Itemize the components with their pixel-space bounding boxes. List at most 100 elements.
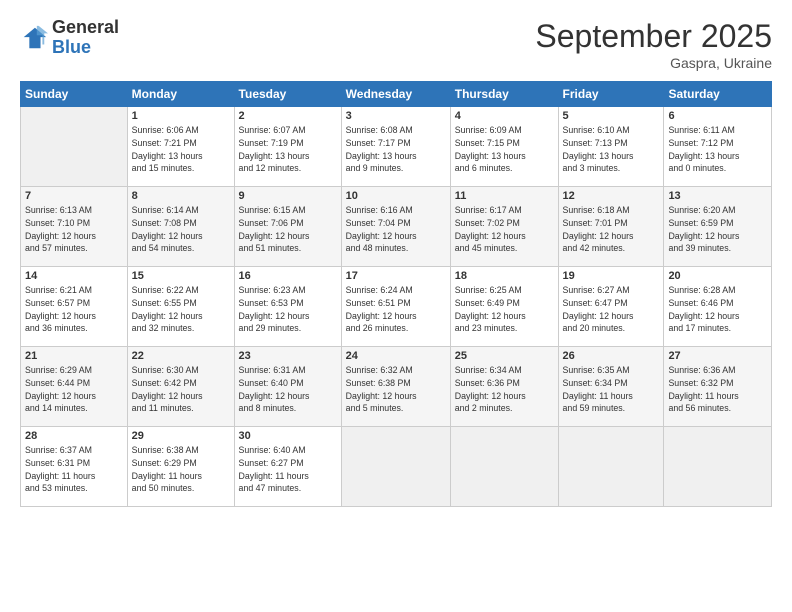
day-info: Sunrise: 6:11 AMSunset: 7:12 PMDaylight:… <box>668 124 767 175</box>
day-info: Sunrise: 6:37 AMSunset: 6:31 PMDaylight:… <box>25 444 123 495</box>
table-row: 23Sunrise: 6:31 AMSunset: 6:40 PMDayligh… <box>234 347 341 427</box>
table-row: 25 Sunrise: 6:34 AMSunset: 6:36 PMDayligh… <box>450 347 558 427</box>
day-number: 9 <box>239 190 337 202</box>
day-info: Sunrise: 6:13 AMSunset: 7:10 PMDaylight:… <box>25 204 123 255</box>
day-number: 20 <box>668 270 767 282</box>
table-row: 29Sunrise: 6:38 AMSunset: 6:29 PMDayligh… <box>127 427 234 507</box>
day-info: Sunrise: 6:32 AMSunset: 6:38 PMDaylight:… <box>346 364 446 415</box>
calendar-week-row: 21 Sunrise: 6:29 AMSunset: 6:44 PMDayligh… <box>21 347 772 427</box>
logo: General Blue <box>20 18 119 58</box>
month-title: September 2025 <box>535 18 772 55</box>
day-info: Sunrise: 6:28 AMSunset: 6:46 PMDaylight:… <box>668 284 767 335</box>
table-row: 27 Sunrise: 6:36 AMSunset: 6:32 PMDayligh… <box>664 347 772 427</box>
day-info: Sunrise: 6:09 AMSunset: 7:15 PMDaylight:… <box>455 124 554 175</box>
table-row <box>558 427 664 507</box>
day-info: Sunrise: 6:16 AMSunset: 7:04 PMDaylight:… <box>346 204 446 255</box>
table-row: 16 Sunrise: 6:23 AMSunset: 6:53 PMDayligh… <box>234 267 341 347</box>
day-info: Sunrise: 6:30 AMSunset: 6:42 PMDaylight:… <box>132 364 230 415</box>
col-monday: Monday <box>127 82 234 107</box>
calendar-header-row: Sunday Monday Tuesday Wednesday Thursday… <box>21 82 772 107</box>
day-info: Sunrise: 6:24 AMSunset: 6:51 PMDaylight:… <box>346 284 446 335</box>
day-number: 3 <box>346 110 446 122</box>
day-number: 18 <box>455 270 554 282</box>
col-friday: Friday <box>558 82 664 107</box>
day-number: 29 <box>132 430 230 442</box>
day-number: 24 <box>346 350 446 362</box>
location: Gaspra, Ukraine <box>535 55 772 71</box>
table-row: 24 Sunrise: 6:32 AMSunset: 6:38 PMDayligh… <box>341 347 450 427</box>
table-row: 20 Sunrise: 6:28 AMSunset: 6:46 PMDayligh… <box>664 267 772 347</box>
day-info: Sunrise: 6:15 AMSunset: 7:06 PMDaylight:… <box>239 204 337 255</box>
day-number: 14 <box>25 270 123 282</box>
page: General Blue September 2025 Gaspra, Ukra… <box>0 0 792 612</box>
table-row <box>341 427 450 507</box>
header: General Blue September 2025 Gaspra, Ukra… <box>20 18 772 71</box>
day-number: 12 <box>563 190 660 202</box>
day-number: 17 <box>346 270 446 282</box>
day-info: Sunrise: 6:06 AMSunset: 7:21 PMDaylight:… <box>132 124 230 175</box>
table-row: 26Sunrise: 6:35 AMSunset: 6:34 PMDayligh… <box>558 347 664 427</box>
table-row <box>450 427 558 507</box>
day-info: Sunrise: 6:35 AMSunset: 6:34 PMDaylight:… <box>563 364 660 415</box>
table-row: 10 Sunrise: 6:16 AMSunset: 7:04 PMDayligh… <box>341 187 450 267</box>
day-number: 4 <box>455 110 554 122</box>
day-number: 30 <box>239 430 337 442</box>
table-row: 30 Sunrise: 6:40 AMSunset: 6:27 PMDayligh… <box>234 427 341 507</box>
table-row: 1 Sunrise: 6:06 AMSunset: 7:21 PMDaylight… <box>127 107 234 187</box>
table-row: 22 Sunrise: 6:30 AMSunset: 6:42 PMDayligh… <box>127 347 234 427</box>
day-info: Sunrise: 6:25 AMSunset: 6:49 PMDaylight:… <box>455 284 554 335</box>
table-row: 12 Sunrise: 6:18 AMSunset: 7:01 PMDayligh… <box>558 187 664 267</box>
day-info: Sunrise: 6:31 AMSunset: 6:40 PMDaylight:… <box>239 364 337 415</box>
day-number: 8 <box>132 190 230 202</box>
day-number: 16 <box>239 270 337 282</box>
day-number: 28 <box>25 430 123 442</box>
table-row: 9 Sunrise: 6:15 AMSunset: 7:06 PMDaylight… <box>234 187 341 267</box>
table-row <box>21 107 128 187</box>
day-info: Sunrise: 6:14 AMSunset: 7:08 PMDaylight:… <box>132 204 230 255</box>
day-number: 19 <box>563 270 660 282</box>
table-row: 5Sunrise: 6:10 AMSunset: 7:13 PMDaylight… <box>558 107 664 187</box>
day-info: Sunrise: 6:08 AMSunset: 7:17 PMDaylight:… <box>346 124 446 175</box>
calendar: Sunday Monday Tuesday Wednesday Thursday… <box>20 81 772 507</box>
day-info: Sunrise: 6:40 AMSunset: 6:27 PMDaylight:… <box>239 444 337 495</box>
day-number: 10 <box>346 190 446 202</box>
col-thursday: Thursday <box>450 82 558 107</box>
day-number: 6 <box>668 110 767 122</box>
day-info: Sunrise: 6:22 AMSunset: 6:55 PMDaylight:… <box>132 284 230 335</box>
col-wednesday: Wednesday <box>341 82 450 107</box>
day-number: 22 <box>132 350 230 362</box>
day-info: Sunrise: 6:36 AMSunset: 6:32 PMDaylight:… <box>668 364 767 415</box>
table-row: 11Sunrise: 6:17 AMSunset: 7:02 PMDayligh… <box>450 187 558 267</box>
day-info: Sunrise: 6:20 AMSunset: 6:59 PMDaylight:… <box>668 204 767 255</box>
table-row: 8 Sunrise: 6:14 AMSunset: 7:08 PMDaylight… <box>127 187 234 267</box>
table-row: 14Sunrise: 6:21 AMSunset: 6:57 PMDayligh… <box>21 267 128 347</box>
col-sunday: Sunday <box>21 82 128 107</box>
table-row: 3 Sunrise: 6:08 AMSunset: 7:17 PMDaylight… <box>341 107 450 187</box>
logo-text: General Blue <box>52 18 119 58</box>
table-row: 4 Sunrise: 6:09 AMSunset: 7:15 PMDaylight… <box>450 107 558 187</box>
table-row: 7 Sunrise: 6:13 AMSunset: 7:10 PMDaylight… <box>21 187 128 267</box>
calendar-week-row: 28 Sunrise: 6:37 AMSunset: 6:31 PMDayligh… <box>21 427 772 507</box>
col-saturday: Saturday <box>664 82 772 107</box>
day-number: 25 <box>455 350 554 362</box>
table-row <box>664 427 772 507</box>
day-info: Sunrise: 6:23 AMSunset: 6:53 PMDaylight:… <box>239 284 337 335</box>
day-info: Sunrise: 6:29 AMSunset: 6:44 PMDaylight:… <box>25 364 123 415</box>
day-info: Sunrise: 6:18 AMSunset: 7:01 PMDaylight:… <box>563 204 660 255</box>
table-row: 15 Sunrise: 6:22 AMSunset: 6:55 PMDayligh… <box>127 267 234 347</box>
title-block: September 2025 Gaspra, Ukraine <box>535 18 772 71</box>
table-row: 19Sunrise: 6:27 AMSunset: 6:47 PMDayligh… <box>558 267 664 347</box>
day-number: 13 <box>668 190 767 202</box>
day-number: 27 <box>668 350 767 362</box>
day-number: 15 <box>132 270 230 282</box>
day-number: 21 <box>25 350 123 362</box>
table-row: 6 Sunrise: 6:11 AMSunset: 7:12 PMDaylight… <box>664 107 772 187</box>
table-row: 2Sunrise: 6:07 AMSunset: 7:19 PMDaylight… <box>234 107 341 187</box>
day-info: Sunrise: 6:07 AMSunset: 7:19 PMDaylight:… <box>239 124 337 175</box>
col-tuesday: Tuesday <box>234 82 341 107</box>
day-number: 11 <box>455 190 554 202</box>
day-info: Sunrise: 6:10 AMSunset: 7:13 PMDaylight:… <box>563 124 660 175</box>
day-info: Sunrise: 6:34 AMSunset: 6:36 PMDaylight:… <box>455 364 554 415</box>
day-number: 7 <box>25 190 123 202</box>
day-number: 1 <box>132 110 230 122</box>
